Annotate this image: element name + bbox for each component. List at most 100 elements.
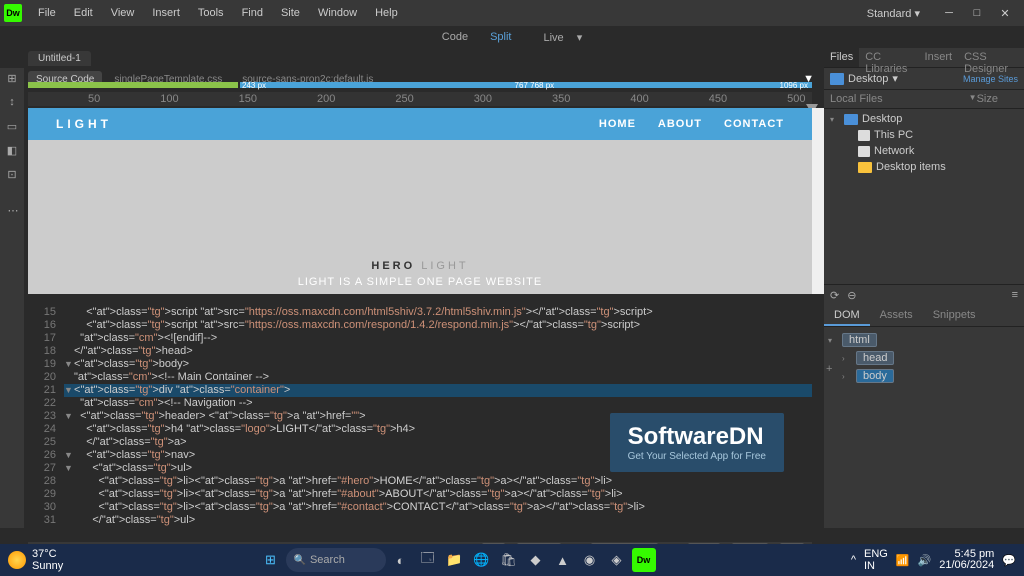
tray-up-icon[interactable]: ^ bbox=[851, 554, 856, 566]
manage-sites-link[interactable]: Manage Sites bbox=[963, 74, 1018, 84]
breakpoint-blue[interactable]: 243 px 767 768 px 1096 px bbox=[240, 82, 812, 88]
tool-1-icon[interactable]: ⊞ bbox=[4, 72, 20, 88]
page-logo[interactable]: LIGHT bbox=[56, 117, 599, 131]
dom-node[interactable]: ›head bbox=[828, 349, 1020, 367]
menu-find[interactable]: Find bbox=[234, 4, 271, 22]
menu-help[interactable]: Help bbox=[367, 4, 406, 22]
edge-icon[interactable]: 🌐 bbox=[470, 548, 494, 572]
view-mode-bar: Code Split Live ▾ bbox=[0, 26, 1024, 48]
file-columns: Local Files▼ Size bbox=[824, 90, 1024, 109]
app5-icon[interactable]: ◈ bbox=[605, 548, 629, 572]
tool-3-icon[interactable]: ▭ bbox=[4, 120, 20, 136]
tree-node[interactable]: Desktop items bbox=[824, 159, 1024, 175]
windows-taskbar: 37°CSunny ⊞ 🔍 Search ◐ 🗔 📁 🌐 🛍 ◆ ▲ ◉ ◈ D… bbox=[0, 544, 1024, 576]
tool-sidebar: ⊞ ↕ ▭ ◧ ⊡ ⋯ bbox=[0, 68, 24, 528]
refresh-icon[interactable]: ⟳ bbox=[830, 289, 839, 302]
volume-icon[interactable]: 🔊 bbox=[918, 554, 932, 567]
tool-4-icon[interactable]: ◧ bbox=[4, 144, 20, 160]
dom-tabs: DOM Assets Snippets bbox=[824, 306, 1024, 327]
chevron-down-icon: ▾ bbox=[892, 72, 898, 85]
close-icon[interactable]: ✕ bbox=[998, 7, 1012, 20]
view-live[interactable]: Live ▾ bbox=[523, 29, 592, 46]
notif-icon[interactable]: 💬 bbox=[1002, 554, 1016, 567]
view-code[interactable]: Code bbox=[432, 29, 478, 45]
app-logo: Dw bbox=[4, 4, 22, 22]
page-header: LIGHT HOME ABOUT CONTACT bbox=[28, 108, 812, 140]
collapse-icon[interactable]: ⊖ bbox=[847, 289, 856, 302]
menu-window[interactable]: Window bbox=[310, 4, 365, 22]
menu-tools[interactable]: Tools bbox=[190, 4, 232, 22]
workspace-switcher[interactable]: Standard ▾ bbox=[861, 5, 926, 22]
app-icon[interactable]: 🗔 bbox=[416, 548, 440, 572]
clock[interactable]: 5:45 pm21/06/2024 bbox=[939, 549, 994, 571]
site-name: Desktop bbox=[848, 73, 888, 85]
tab-cssdes[interactable]: CSS Designer bbox=[958, 48, 1024, 67]
nav-home[interactable]: HOME bbox=[599, 118, 636, 130]
maximize-icon[interactable]: □ bbox=[970, 7, 984, 20]
app3-icon[interactable]: ▲ bbox=[551, 548, 575, 572]
v-scrollbar[interactable] bbox=[812, 108, 824, 294]
taskview-icon[interactable]: ◐ bbox=[389, 548, 413, 572]
col-size[interactable]: Size bbox=[977, 93, 998, 105]
nav-about[interactable]: ABOUT bbox=[658, 118, 702, 130]
tree-node[interactable]: Network bbox=[824, 143, 1024, 159]
tree-node[interactable]: This PC bbox=[824, 127, 1024, 143]
add-node-icon[interactable]: + bbox=[826, 363, 832, 375]
sun-icon bbox=[8, 551, 26, 569]
app2-icon[interactable]: ◆ bbox=[524, 548, 548, 572]
tab-files[interactable]: Files bbox=[824, 48, 859, 67]
dom-panel: ⟳ ⊖ ≡ DOM Assets Snippets + ▾html›head›b… bbox=[824, 284, 1024, 528]
tab-dom[interactable]: DOM bbox=[824, 306, 870, 326]
start-icon[interactable]: ⊞ bbox=[259, 548, 283, 572]
menu-site[interactable]: Site bbox=[273, 4, 308, 22]
condition: Sunny bbox=[32, 560, 63, 572]
app4-icon[interactable]: ◉ bbox=[578, 548, 602, 572]
menu-file[interactable]: File bbox=[30, 4, 64, 22]
weather-widget[interactable]: 37°CSunny bbox=[8, 548, 63, 572]
more-tools-icon[interactable]: ⋯ bbox=[4, 204, 20, 220]
watermark: SoftwareDN Get Your Selected App for Fre… bbox=[610, 413, 784, 472]
breakpoint-green[interactable] bbox=[28, 82, 238, 88]
nav-contact[interactable]: CONTACT bbox=[724, 118, 784, 130]
temperature: 37°C bbox=[32, 548, 63, 560]
file-tree: ▾DesktopThis PCNetworkDesktop items bbox=[824, 109, 1024, 177]
tab-cclib[interactable]: CC Libraries bbox=[859, 48, 918, 67]
media-query-bar[interactable]: 243 px 767 768 px 1096 px bbox=[28, 82, 812, 90]
hero-subtitle: LIGHT IS A SIMPLE ONE PAGE WEBSITE bbox=[298, 276, 543, 288]
wifi-icon[interactable]: 📶 bbox=[896, 554, 910, 567]
tab-untitled[interactable]: Untitled-1 bbox=[28, 51, 91, 66]
tool-5-icon[interactable]: ⊡ bbox=[4, 168, 20, 184]
tab-insert[interactable]: Insert bbox=[919, 48, 959, 67]
live-view-canvas[interactable]: LIGHT HOME ABOUT CONTACT HERO LIGHT LIGH… bbox=[28, 108, 812, 294]
dom-tree[interactable]: + ▾html›head›body bbox=[824, 327, 1024, 389]
main-menu: File Edit View Insert Tools Find Site Wi… bbox=[30, 4, 861, 22]
dom-node[interactable]: ▾html bbox=[828, 331, 1020, 349]
dw-taskbar-icon[interactable]: Dw bbox=[632, 548, 656, 572]
tab-snippets[interactable]: Snippets bbox=[923, 306, 986, 326]
horizontal-ruler: 5010015020025030035040045050055060065070… bbox=[28, 92, 812, 106]
menu-insert[interactable]: Insert bbox=[144, 4, 188, 22]
tab-assets[interactable]: Assets bbox=[870, 306, 923, 326]
page-hero: HERO LIGHT LIGHT IS A SIMPLE ONE PAGE WE… bbox=[28, 140, 812, 294]
tool-2-icon[interactable]: ↕ bbox=[4, 96, 20, 112]
menu-edit[interactable]: Edit bbox=[66, 4, 101, 22]
bp-label: 243 px bbox=[242, 81, 266, 90]
panel-menu-icon[interactable]: ≡ bbox=[1012, 289, 1018, 302]
tree-node[interactable]: ▾Desktop bbox=[824, 111, 1024, 127]
drive-icon bbox=[830, 73, 844, 85]
dom-node[interactable]: ›body bbox=[828, 367, 1020, 385]
wm-title: SoftwareDN bbox=[628, 423, 766, 451]
lang-indicator[interactable]: ENGIN bbox=[864, 548, 888, 572]
minimize-icon[interactable]: ─ bbox=[942, 7, 956, 20]
col-localfiles[interactable]: Local Files bbox=[830, 93, 969, 105]
store-icon[interactable]: 🛍 bbox=[497, 548, 521, 572]
bp-label: 1096 px bbox=[780, 81, 808, 90]
page-nav: HOME ABOUT CONTACT bbox=[599, 118, 784, 130]
system-tray: ^ ENGIN 📶 🔊 5:45 pm21/06/2024 💬 bbox=[851, 548, 1016, 572]
title-bar: Dw File Edit View Insert Tools Find Site… bbox=[0, 0, 1024, 26]
menu-view[interactable]: View bbox=[103, 4, 143, 22]
view-split[interactable]: Split bbox=[480, 29, 521, 45]
search-box[interactable]: 🔍 Search bbox=[286, 548, 386, 572]
explorer-icon[interactable]: 📁 bbox=[443, 548, 467, 572]
hero-title: HERO LIGHT bbox=[371, 253, 468, 274]
